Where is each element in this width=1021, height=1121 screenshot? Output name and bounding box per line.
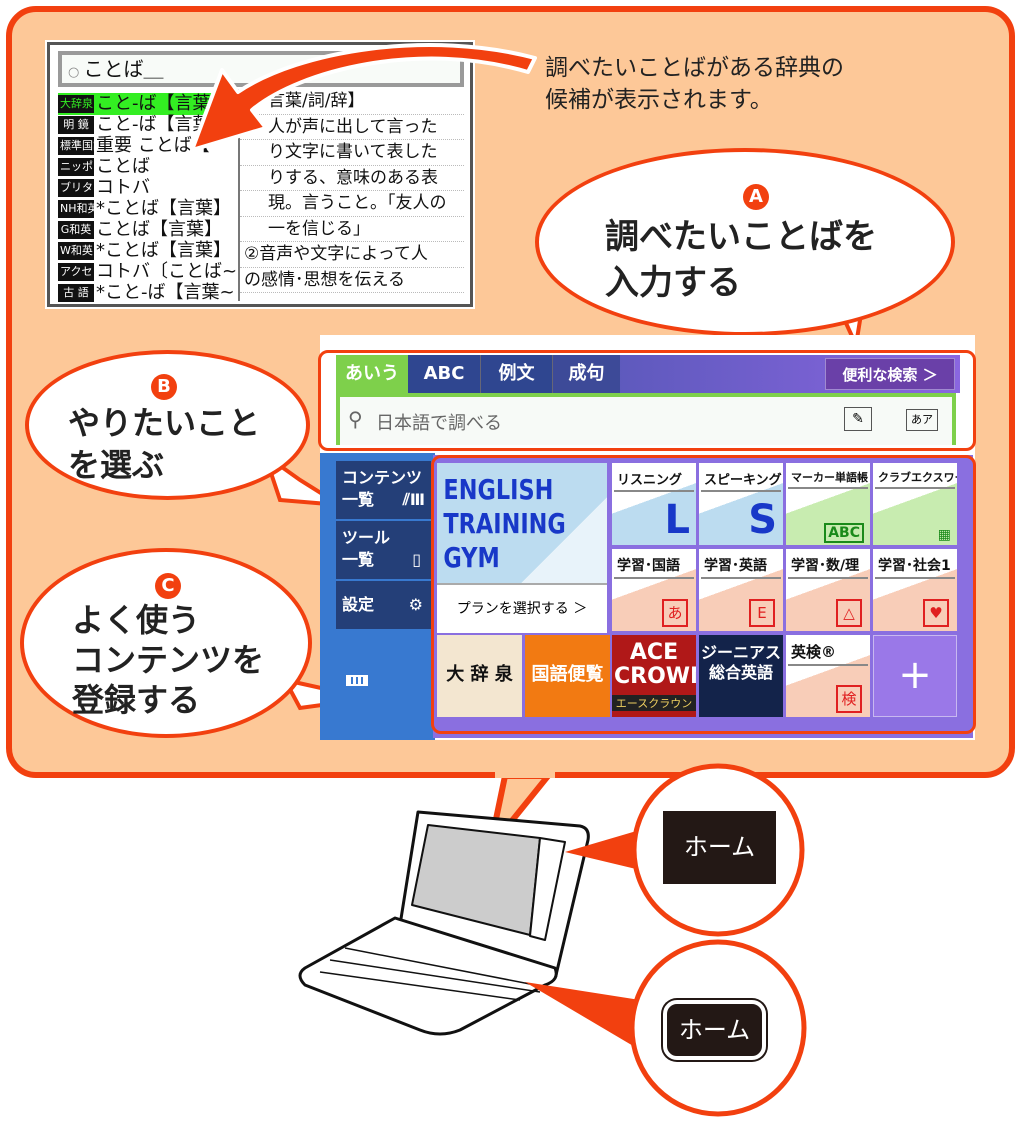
- home-key-screen-label: ホーム: [663, 811, 776, 884]
- highlight-content-area: [431, 455, 976, 734]
- gear-icon: ⚙: [408, 595, 423, 614]
- arrow-icon: [190, 43, 537, 152]
- books-icon: ⫽Ⅲ: [402, 490, 425, 509]
- battery-icon: [346, 675, 368, 686]
- device-illustration: [298, 810, 590, 1036]
- badge-a: A: [743, 184, 769, 210]
- sidebar: コンテンツ 一覧 ⫽Ⅲ ツール 一覧 ▯ 設定 ⚙: [320, 453, 435, 740]
- home-key-button[interactable]: ホーム: [663, 1000, 766, 1060]
- document-icon: ▯: [412, 550, 421, 569]
- badge-c: C: [155, 573, 181, 599]
- badge-b: B: [151, 374, 177, 400]
- sidebar-item-contents[interactable]: コンテンツ 一覧 ⫽Ⅲ: [336, 461, 431, 519]
- highlight-search-area: [318, 350, 976, 451]
- sidebar-item-tools[interactable]: ツール 一覧 ▯: [336, 521, 431, 579]
- sidebar-item-settings[interactable]: 設定 ⚙: [336, 581, 431, 629]
